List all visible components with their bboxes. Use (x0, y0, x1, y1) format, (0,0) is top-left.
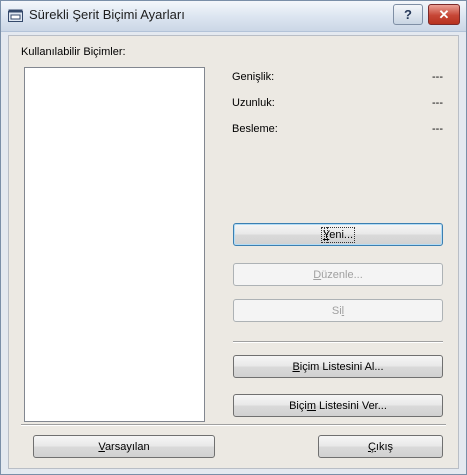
available-formats-label: Kullanılabilir Biçimler: (21, 46, 126, 58)
edit-button[interactable]: Düzenle... (233, 263, 443, 286)
get-format-list-label: Biçim Listesini Al... (292, 360, 384, 373)
get-format-list-button[interactable]: Biçim Listesini Al... (233, 355, 443, 378)
delete-button-label: Sil (331, 304, 345, 317)
delete-button[interactable]: Sil (233, 299, 443, 322)
feed-value: --- (432, 123, 443, 135)
printer-settings-icon (8, 9, 23, 22)
defaults-button[interactable]: Varsayılan (33, 435, 215, 458)
close-icon: ✕ (438, 7, 450, 22)
exit-button[interactable]: Çıkış (318, 435, 443, 458)
new-button[interactable]: Yeni... (233, 223, 443, 246)
defaults-button-label: Varsayılan (98, 440, 150, 453)
send-format-list-button[interactable]: Biçim Listesini Ver... (233, 394, 443, 417)
bottom-separator (21, 424, 446, 426)
send-format-list-label: Biçim Listesini Ver... (289, 399, 387, 412)
edit-button-label: Düzenle... (313, 268, 363, 281)
title-bar[interactable]: Sürekli Şerit Biçimi Ayarları ? ✕ (1, 1, 466, 32)
separator (233, 341, 443, 343)
width-value: --- (432, 71, 443, 83)
new-button-label: Yeni... (320, 226, 356, 243)
feed-label: Besleme: (232, 123, 278, 135)
close-button[interactable]: ✕ (428, 4, 460, 25)
width-label: Genişlik: (232, 71, 275, 83)
help-icon: ? (404, 7, 412, 22)
length-value: --- (432, 97, 443, 109)
help-button[interactable]: ? (393, 4, 423, 25)
length-label: Uzunluk: (232, 97, 275, 109)
exit-button-label: Çıkış (367, 440, 394, 453)
dialog-window: Sürekli Şerit Biçimi Ayarları ? ✕ Kullan… (0, 0, 467, 475)
window-title: Sürekli Şerit Biçimi Ayarları (29, 7, 185, 22)
available-formats-list[interactable] (24, 67, 205, 422)
